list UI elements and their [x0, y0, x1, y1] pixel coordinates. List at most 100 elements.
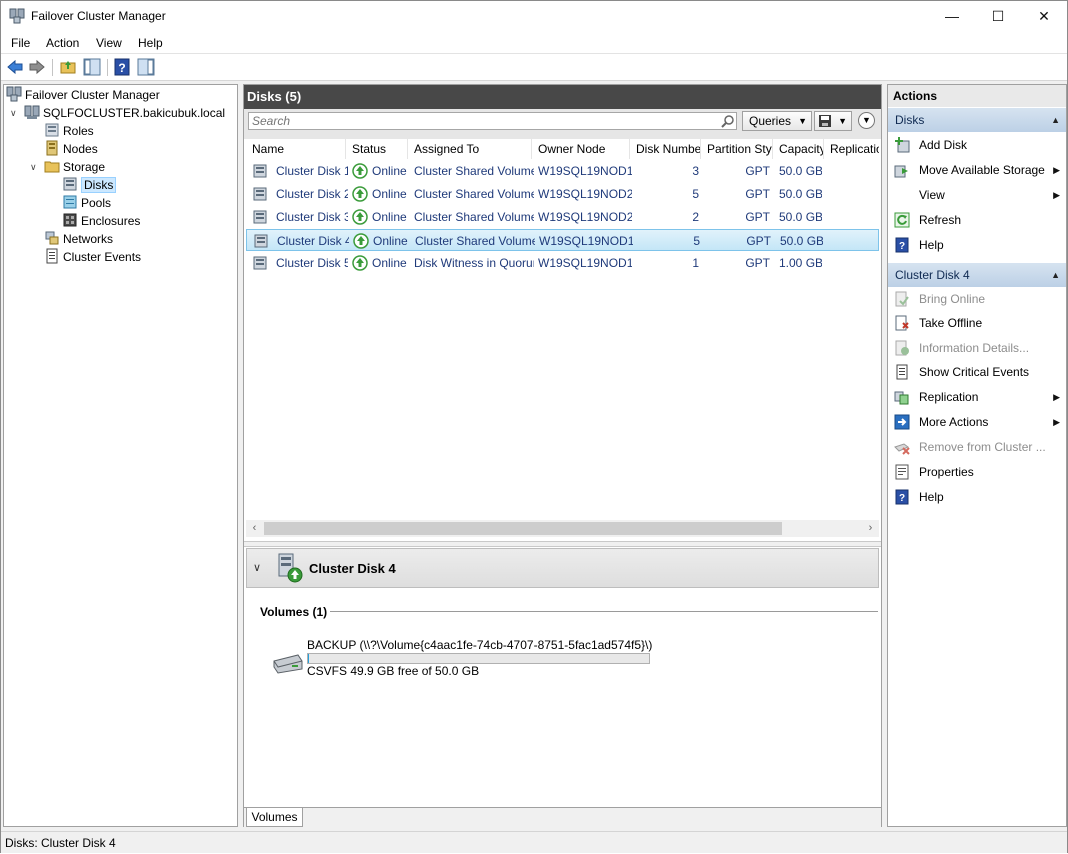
collapse-pane-button[interactable]: ▼	[858, 112, 875, 129]
table-row[interactable]: Cluster Disk 1 Online Cluster Shared Volum…	[246, 160, 879, 182]
action-refresh[interactable]: Refresh	[888, 208, 1066, 233]
queries-button[interactable]: Queries ▼	[742, 111, 812, 131]
column-header-replication[interactable]: Replication	[824, 139, 879, 159]
action-critical-events[interactable]: Show Critical Events	[888, 360, 1066, 385]
section-disks[interactable]: Disks ▲	[888, 108, 1066, 132]
scroll-left-icon[interactable]: ‹	[246, 520, 263, 537]
tree-item-disks[interactable]: Disks	[62, 176, 117, 194]
menu-action[interactable]: Action	[46, 36, 79, 50]
search-bar: Queries ▼ ▼ ▼	[244, 109, 881, 139]
forward-arrow-icon[interactable]	[28, 58, 46, 76]
action-view-label: View	[919, 188, 945, 202]
column-header-owner[interactable]: Owner Node	[532, 139, 630, 159]
tree-pools-label: Pools	[81, 196, 112, 210]
column-header-disk-number[interactable]: Disk Number	[630, 139, 701, 159]
nodes-icon	[46, 140, 58, 156]
online-status-icon	[352, 163, 368, 179]
minimize-button[interactable]: —	[929, 1, 975, 32]
table-row[interactable]: Cluster Disk 3 Online Cluster Shared Volum…	[246, 206, 879, 228]
cell-assigned: Cluster Shared Volume	[414, 164, 534, 178]
collapse-details-icon[interactable]: ∨	[253, 561, 261, 574]
tab-volumes[interactable]: Volumes	[246, 808, 303, 827]
cell-status: Online	[372, 164, 407, 178]
tree-item-roles[interactable]: Roles	[44, 122, 94, 140]
cell-capacity: 1.00 GB	[779, 256, 822, 270]
tree-enclosures-label: Enclosures	[81, 214, 141, 228]
maximize-button[interactable]: ☐	[975, 1, 1021, 32]
action-help[interactable]: ? Help	[888, 233, 1066, 258]
close-button[interactable]: ✕	[1021, 1, 1067, 32]
column-header-name[interactable]: Name	[246, 139, 346, 159]
help-icon[interactable]: ?	[113, 58, 131, 76]
enclosures-icon	[63, 213, 77, 227]
tree-item-storage[interactable]: Storage	[44, 158, 105, 176]
cell-disk-number: 5	[692, 187, 699, 201]
action-more-actions[interactable]: More Actions ▶	[888, 410, 1066, 435]
cell-disk-number: 3	[692, 164, 699, 178]
back-arrow-icon[interactable]	[6, 58, 24, 76]
volume-drive-icon	[273, 654, 303, 674]
tree-item-cluster-events[interactable]: Cluster Events	[44, 248, 141, 266]
section-cluster-disk[interactable]: Cluster Disk 4 ▲	[888, 263, 1066, 287]
menu-view[interactable]: View	[96, 36, 122, 50]
action-remove-label: Remove from Cluster ...	[919, 440, 1046, 454]
action-add-disk-label: Add Disk	[919, 138, 968, 152]
cell-partition: GPT	[745, 256, 770, 270]
search-input[interactable]	[248, 112, 737, 130]
collapse-storage-icon[interactable]: ∨	[30, 162, 37, 173]
tree-cluster[interactable]: SQLFOCLUSTER.bakicubuk.local	[24, 104, 225, 122]
action-remove-from-cluster[interactable]: Remove from Cluster ...	[888, 435, 1066, 460]
cell-capacity: 50.0 GB	[779, 210, 822, 224]
column-header-status[interactable]: Status	[346, 139, 408, 159]
show-hide-tree-icon[interactable]	[83, 58, 101, 76]
tree-item-nodes[interactable]: Nodes	[44, 140, 98, 158]
toolbar: ?	[1, 54, 1067, 81]
save-query-button[interactable]: ▼	[814, 111, 852, 131]
tree-root[interactable]: Failover Cluster Manager	[6, 86, 160, 104]
table-row[interactable]: Cluster Disk 4 Online Cluster Shared Volum…	[246, 229, 879, 251]
up-folder-icon[interactable]	[59, 58, 77, 76]
show-action-pane-icon[interactable]	[137, 58, 155, 76]
properties-icon	[895, 464, 909, 480]
queries-label: Queries	[749, 114, 792, 128]
search-icon[interactable]	[721, 114, 735, 128]
collapse-section-icon[interactable]: ▲	[1051, 108, 1060, 132]
tree-item-enclosures[interactable]: Enclosures	[62, 212, 140, 230]
action-add-disk[interactable]: Add Disk	[888, 133, 1066, 158]
action-bring-online[interactable]: Bring Online	[888, 287, 1066, 312]
collapse-section-icon[interactable]: ▲	[1051, 263, 1060, 287]
volume-name[interactable]: BACKUP (\\?\Volume{c4aac1fe-74cb-4707-87…	[307, 638, 652, 652]
disk-icon	[253, 210, 267, 224]
tree-item-networks[interactable]: Networks	[44, 230, 113, 248]
column-header-assigned[interactable]: Assigned To	[408, 139, 532, 159]
collapse-cluster-icon[interactable]: ∨	[10, 108, 17, 119]
menu-file[interactable]: File	[11, 36, 30, 50]
action-view[interactable]: View ▶	[888, 183, 1066, 208]
table-row[interactable]: Cluster Disk 2 Online Cluster Shared Volum…	[246, 183, 879, 205]
table-row[interactable]: Cluster Disk 5 Online Disk Witness in Quor…	[246, 252, 879, 274]
roles-icon	[45, 123, 59, 137]
action-properties[interactable]: Properties	[888, 460, 1066, 485]
action-replication[interactable]: Replication ▶	[888, 385, 1066, 410]
scrollbar-thumb[interactable]	[264, 522, 782, 535]
online-status-icon	[353, 233, 369, 249]
volume-usage-fill	[308, 654, 309, 663]
tree-item-pools[interactable]: Pools	[62, 194, 111, 212]
column-header-capacity[interactable]: Capacity	[773, 139, 824, 159]
remove-icon	[894, 443, 910, 455]
pane-splitter[interactable]	[244, 541, 881, 547]
action-move-storage[interactable]: Move Available Storage ▶	[888, 158, 1066, 183]
horizontal-scrollbar[interactable]: ‹ ›	[246, 520, 879, 537]
action-help-disk[interactable]: ? Help	[888, 485, 1066, 510]
scroll-right-icon[interactable]: ›	[862, 520, 879, 537]
volume-usage-bar	[307, 653, 650, 664]
action-properties-label: Properties	[919, 465, 974, 479]
column-header-partition[interactable]: Partition Style	[701, 139, 773, 159]
action-take-offline[interactable]: Take Offline	[888, 311, 1066, 336]
save-icon	[819, 115, 831, 127]
action-information-details[interactable]: Information Details...	[888, 336, 1066, 361]
menu-help[interactable]: Help	[138, 36, 163, 50]
help-icon: ?	[895, 237, 909, 253]
cell-capacity: 50.0 GB	[779, 187, 822, 201]
cell-status: Online	[373, 234, 408, 248]
